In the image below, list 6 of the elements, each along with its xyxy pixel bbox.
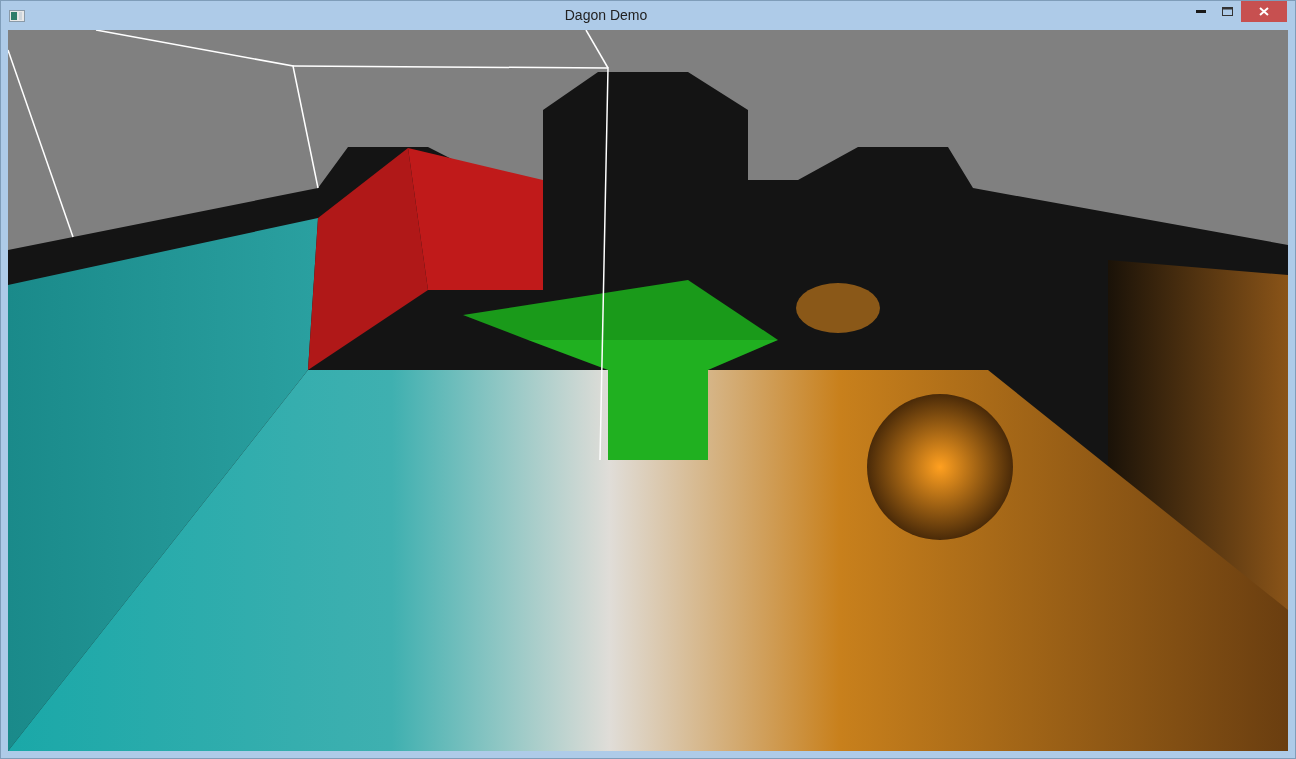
maximize-icon xyxy=(1222,7,1233,16)
close-button[interactable] xyxy=(1241,1,1287,22)
minimize-icon xyxy=(1195,10,1206,13)
window-title: Dagon Demo xyxy=(564,7,648,23)
close-icon xyxy=(1259,7,1269,16)
app-icon xyxy=(9,9,25,22)
